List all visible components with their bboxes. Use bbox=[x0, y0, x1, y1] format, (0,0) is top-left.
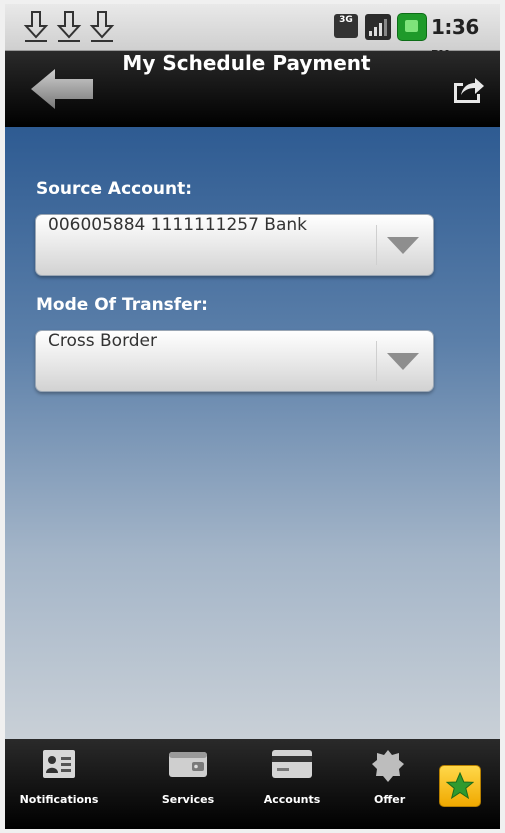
nav-label-notifications: Notifications bbox=[19, 793, 99, 806]
battery-icon bbox=[397, 13, 427, 41]
badge-icon bbox=[372, 750, 404, 782]
nav-label-offer: Offer bbox=[374, 793, 406, 806]
nav-item-notifications[interactable]: Notifications bbox=[9, 739, 109, 829]
share-icon bbox=[454, 78, 484, 103]
select-divider bbox=[376, 341, 377, 381]
nav-item-accounts[interactable]: Accounts bbox=[242, 739, 342, 829]
bottom-nav: Notifications Services Accounts Offer bbox=[5, 739, 500, 829]
mode-of-transfer-select[interactable]: Cross Border bbox=[35, 330, 434, 392]
source-account-label: Source Account: bbox=[36, 179, 193, 199]
download-icon bbox=[56, 10, 82, 44]
chevron-down-icon bbox=[387, 237, 419, 254]
signal-icon bbox=[365, 14, 391, 40]
star-icon bbox=[446, 772, 474, 800]
share-button[interactable] bbox=[451, 73, 485, 105]
credit-card-icon bbox=[272, 750, 312, 778]
source-account-select[interactable]: 006005884 1111111257 Bank bbox=[35, 214, 434, 276]
nav-label-services: Services bbox=[161, 793, 215, 806]
back-button[interactable] bbox=[29, 67, 95, 111]
chevron-down-icon bbox=[387, 353, 419, 370]
title-bar: My Schedule Payment bbox=[5, 51, 500, 127]
source-account-value: 006005884 1111111257 Bank bbox=[48, 215, 308, 235]
status-bar: 3G 1:36 PM bbox=[5, 4, 500, 61]
download-icon bbox=[23, 10, 49, 44]
back-arrow-icon bbox=[31, 69, 93, 109]
3g-icon: 3G bbox=[334, 14, 358, 38]
nav-label-accounts: Accounts bbox=[263, 793, 321, 806]
select-divider bbox=[376, 225, 377, 265]
mode-of-transfer-label: Mode Of Transfer: bbox=[36, 295, 208, 315]
phone-screen: 3G 1:36 PM My Schedule Payment bbox=[5, 4, 500, 829]
favorites-button[interactable] bbox=[439, 765, 481, 807]
mode-of-transfer-value: Cross Border bbox=[48, 331, 157, 351]
contact-card-icon bbox=[43, 750, 75, 778]
form-area: Source Account: 006005884 1111111257 Ban… bbox=[5, 127, 500, 739]
nav-item-offer[interactable]: Offer bbox=[346, 739, 422, 829]
clock-time: 1:36 bbox=[431, 15, 479, 39]
download-icon bbox=[89, 10, 115, 44]
nav-item-services[interactable]: Services bbox=[138, 739, 238, 829]
wallet-icon bbox=[169, 752, 207, 777]
